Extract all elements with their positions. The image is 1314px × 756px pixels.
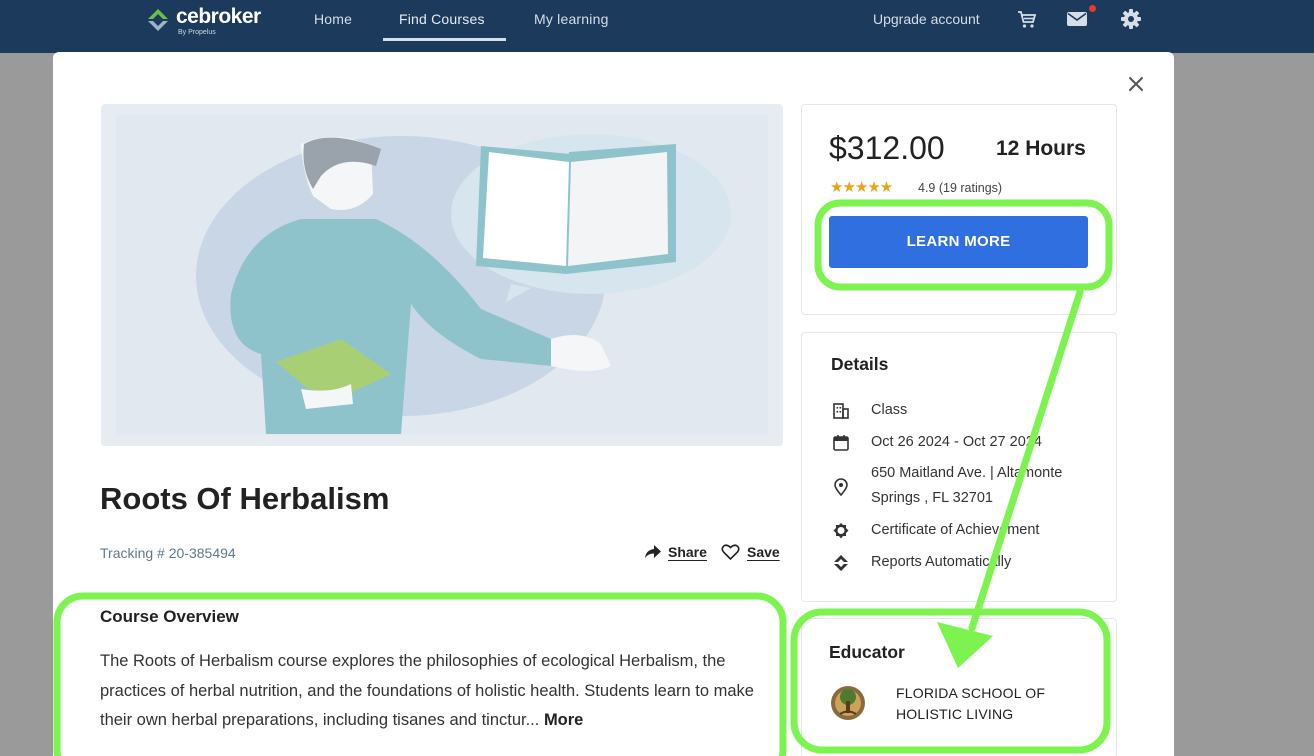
reports-icon <box>834 555 848 571</box>
details-type: Class <box>871 402 908 418</box>
address-line-2: Springs , FL 32701 <box>871 490 993 506</box>
heart-icon[interactable] <box>721 543 740 561</box>
course-hero-image <box>101 104 783 446</box>
tracking-number: Tracking # 20-385494 <box>100 545 236 561</box>
certificate-icon <box>833 523 849 539</box>
credit-hours: 12 Hours <box>996 137 1086 160</box>
building-icon <box>833 403 849 419</box>
details-address: 650 Maitland Ave. | Altamonte Springs , … <box>871 461 1062 511</box>
course-overview-heading: Course Overview <box>100 607 239 626</box>
rating-count: 4.9 (19 ratings) <box>918 181 1003 195</box>
educator-heading: Educator <box>829 642 905 662</box>
mail-icon[interactable] <box>1066 8 1088 30</box>
gear-icon[interactable] <box>1120 8 1142 30</box>
details-heading: Details <box>831 354 889 374</box>
overview-body: The Roots of Herbalism course explores t… <box>100 652 754 729</box>
star-rating: ★★★★★ <box>830 179 893 196</box>
more-link[interactable]: More <box>544 711 583 729</box>
logo-wordmark: cebroker <box>176 5 261 28</box>
active-tab-underline <box>383 38 506 41</box>
location-pin-icon <box>834 478 848 496</box>
educator-name-line-1: FLORIDA SCHOOL OF <box>896 685 1046 701</box>
educator-logo-icon[interactable] <box>830 683 866 723</box>
educator-name-line-2: HOLISTIC LIVING <box>896 706 1014 722</box>
close-icon[interactable] <box>1125 73 1147 95</box>
cebroker-logo[interactable]: cebroker By Propelus <box>144 5 261 39</box>
course-price: $312.00 <box>829 130 945 166</box>
logo-tagline: By Propelus <box>178 29 216 36</box>
cart-icon[interactable] <box>1016 8 1038 30</box>
details-reporting: Reports Automatically <box>871 554 1012 570</box>
learn-more-button[interactable]: LEARN MORE <box>829 216 1088 268</box>
details-dates: Oct 26 2024 - Oct 27 2024 <box>871 434 1042 450</box>
course-title: Roots Of Herbalism <box>100 481 390 516</box>
upgrade-account-link[interactable]: Upgrade account <box>873 11 980 27</box>
nav-my-learning[interactable]: My learning <box>534 11 609 27</box>
top-nav-bar: cebroker By Propelus Home Find Courses M… <box>0 0 1314 53</box>
course-overview-text: The Roots of Herbalism course explores t… <box>100 647 785 736</box>
nav-home[interactable]: Home <box>314 11 352 27</box>
save-button[interactable]: Save <box>747 544 780 560</box>
details-certificate: Certificate of Achievement <box>871 522 1040 538</box>
calendar-icon <box>833 435 849 451</box>
notification-dot <box>1089 5 1096 12</box>
educator-name[interactable]: FLORIDA SCHOOL OF HOLISTIC LIVING <box>896 683 1076 725</box>
teacher-illustration <box>116 115 768 435</box>
address-line-1: 650 Maitland Ave. | Altamonte <box>871 465 1063 481</box>
share-button[interactable]: Share <box>668 544 707 560</box>
cebroker-logo-icon <box>148 9 168 31</box>
share-icon[interactable] <box>643 543 662 561</box>
nav-find-courses[interactable]: Find Courses <box>399 11 485 27</box>
